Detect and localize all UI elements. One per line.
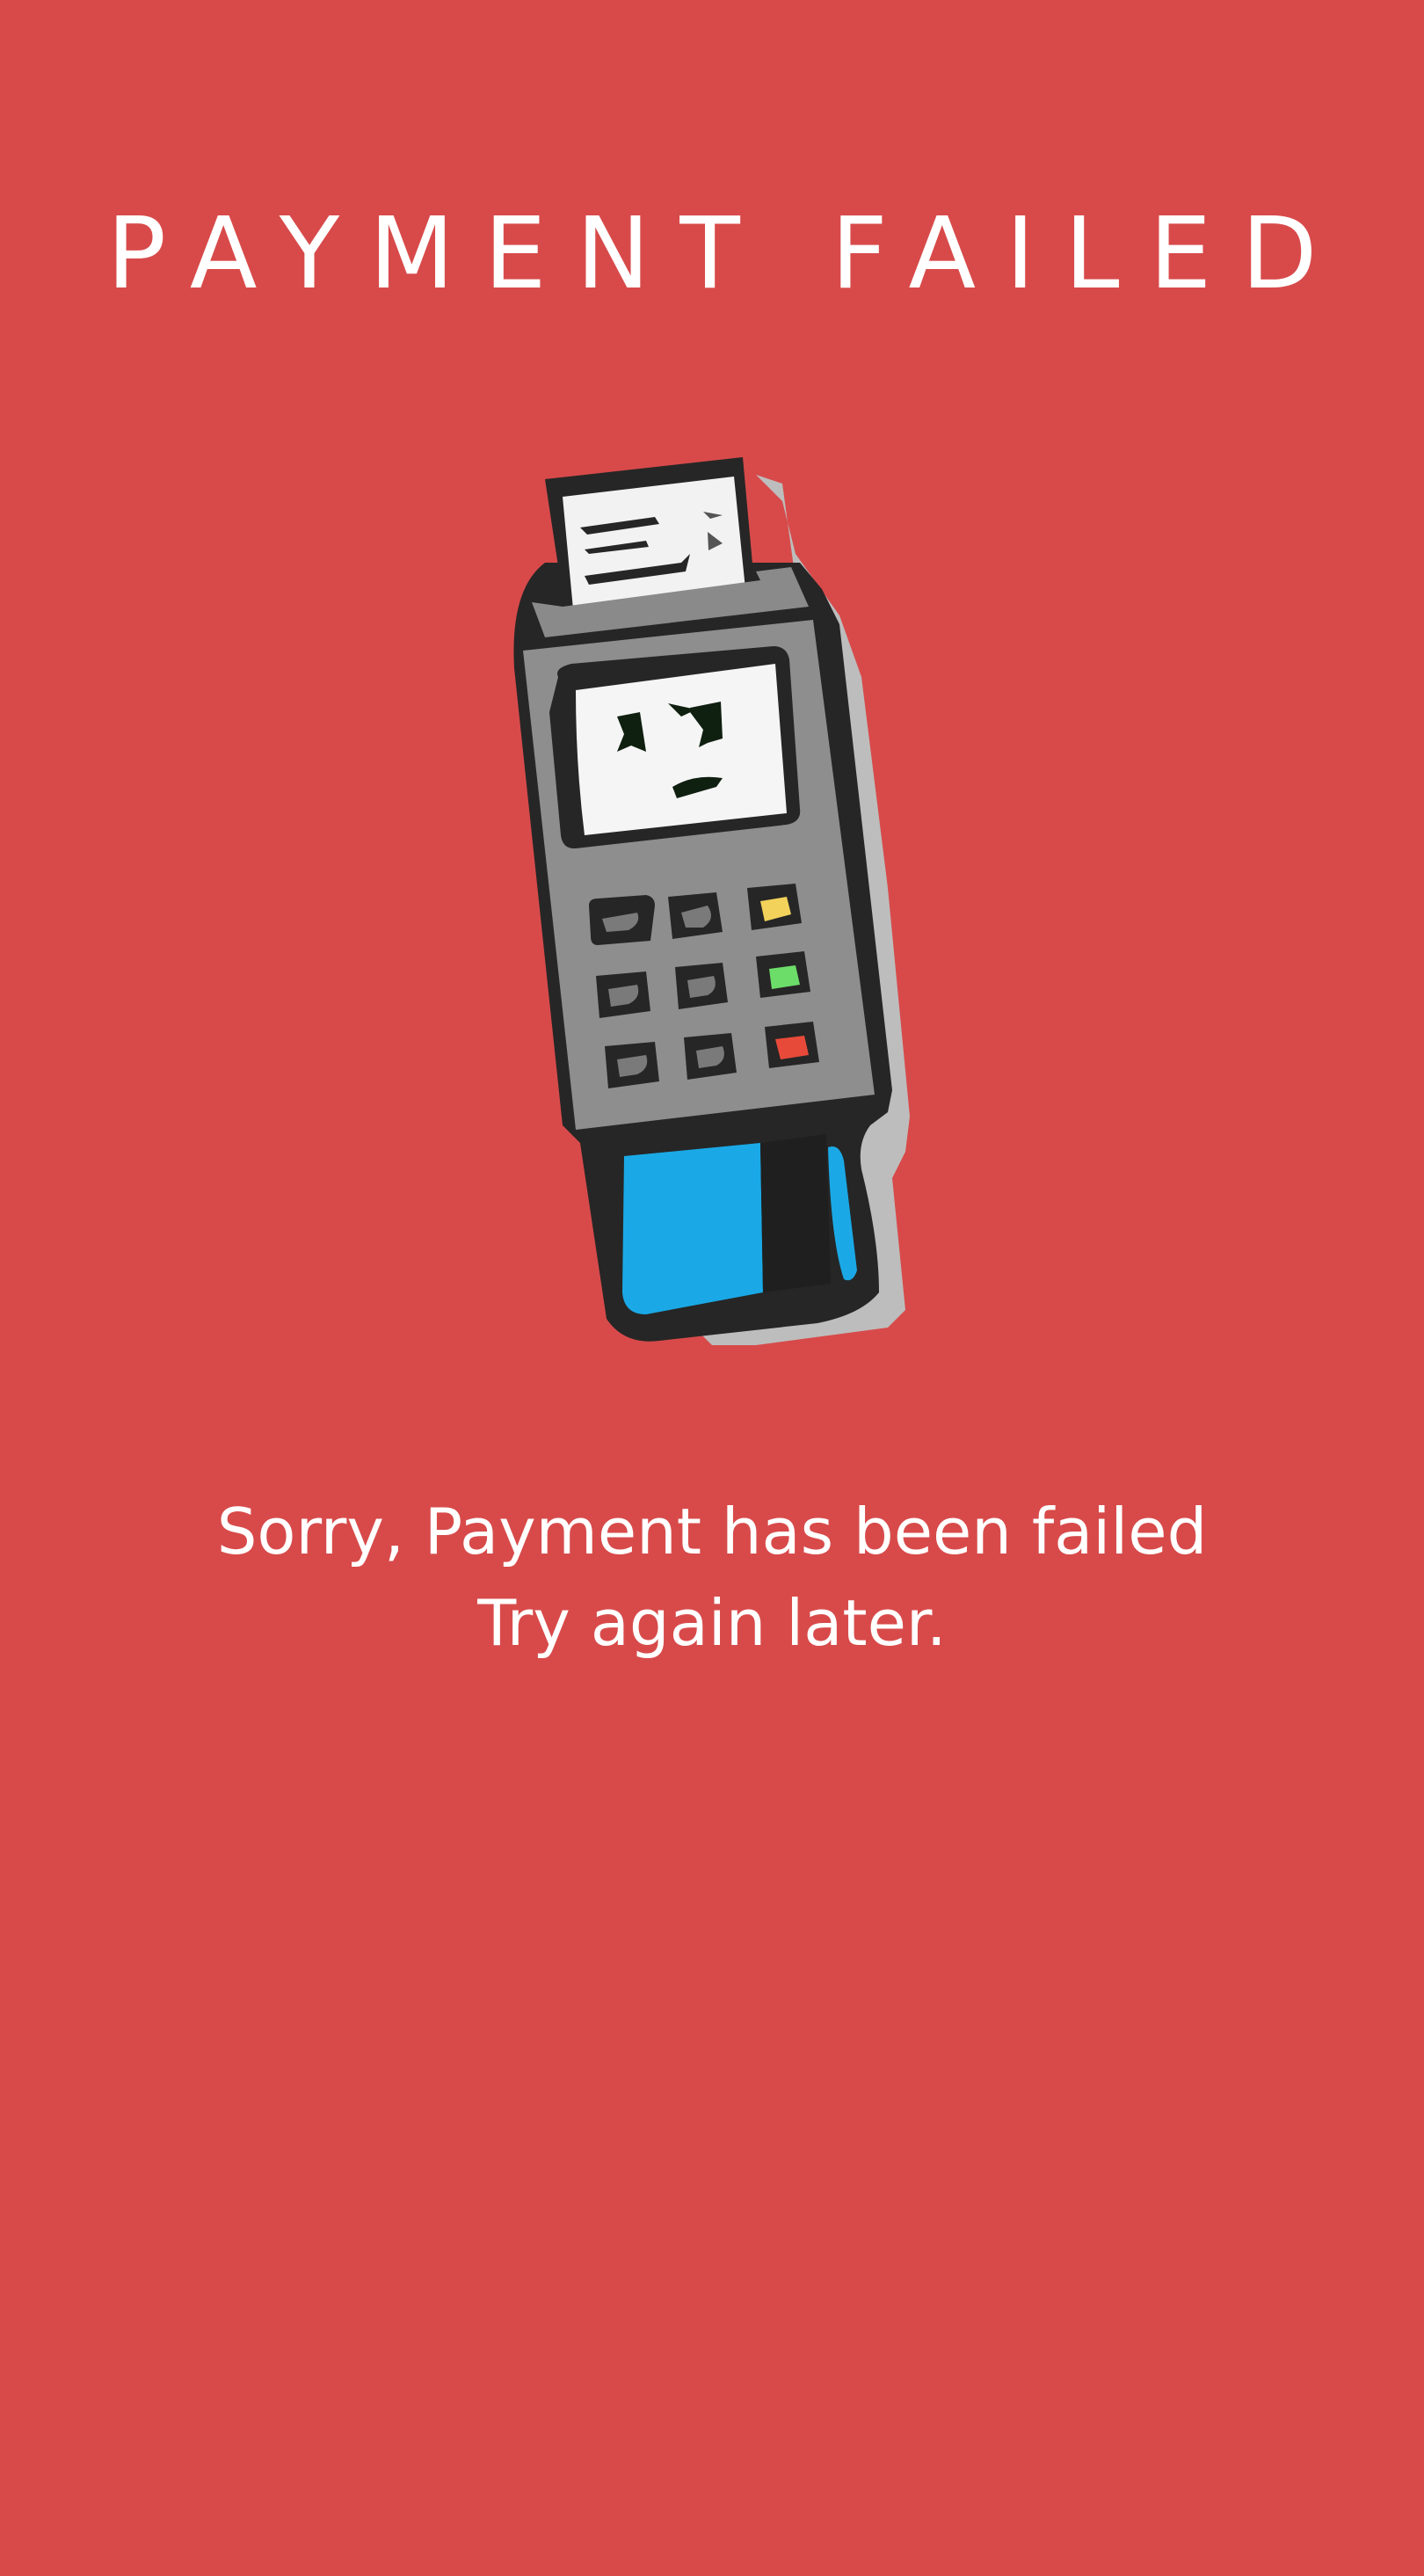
- page-title: PAYMENT FAILED: [106, 197, 1348, 311]
- failure-message: Sorry, Payment has been failed Try again…: [0, 1486, 1424, 1669]
- sad-card-terminal-icon: [492, 448, 932, 1354]
- failure-message-line-2: Try again later.: [477, 1586, 947, 1660]
- failure-message-line-1: Sorry, Payment has been failed: [216, 1495, 1208, 1568]
- payment-failed-screen: PAYMENT FAILED Sorry, Payment has been f…: [0, 0, 1424, 2576]
